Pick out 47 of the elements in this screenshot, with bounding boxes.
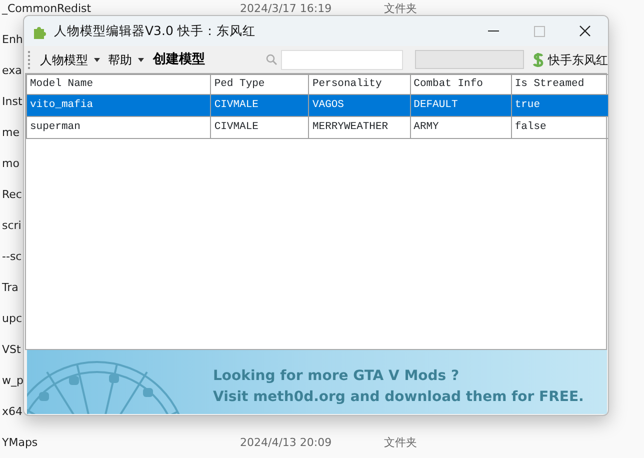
file-name: exa	[2, 64, 22, 78]
menu-button[interactable]: 帮助	[106, 50, 146, 68]
create-model-button[interactable]: 创建模型	[150, 50, 208, 70]
file-date: 2024/3/17 16:19	[240, 2, 332, 16]
table-cell[interactable]: MERRYWEATHER	[308, 116, 410, 138]
table-cell[interactable]: VAGOS	[308, 94, 410, 116]
file-name: Rec	[2, 188, 22, 202]
file-name: x64	[2, 405, 23, 418]
table-cell[interactable]: CIVMALE	[210, 94, 309, 116]
file-name: _CommonRedist	[2, 2, 92, 16]
dollar-icon	[532, 52, 544, 68]
search-field[interactable]	[281, 50, 403, 70]
file-name: upc	[2, 312, 22, 326]
column-header[interactable]: Combat Info	[410, 74, 512, 94]
banner-text: Looking for more GTA V Mods ?	[213, 367, 460, 386]
caret-icon	[94, 58, 100, 62]
maximize-icon	[534, 26, 544, 36]
column-header[interactable]: Model Name	[26, 74, 211, 94]
file-name: Tra	[2, 281, 18, 294]
column-header[interactable]: Ped Type	[210, 74, 309, 94]
table-cell[interactable]: ARMY	[410, 116, 512, 138]
caret-icon	[138, 58, 144, 62]
file-date: 2024/4/13 20:09	[240, 436, 332, 450]
search-icon	[266, 54, 277, 65]
table-cell[interactable]: CIVMALE	[210, 116, 309, 138]
menu-button[interactable]: 人物模型	[38, 50, 102, 68]
file-name: me	[2, 126, 20, 140]
file-name: VSt	[2, 343, 21, 356]
window-title: 人物模型编辑器V3.0 快手：东风红	[54, 22, 256, 40]
author-link[interactable]: 快手东风红	[532, 50, 608, 68]
file-type: 文件夹	[384, 1, 417, 18]
minimize-icon	[488, 30, 498, 32]
file-type: 文件夹	[384, 435, 417, 452]
table-cell[interactable]: true	[511, 94, 608, 116]
table-cell[interactable]: DEFAULT	[410, 94, 512, 116]
file-name: mo	[2, 157, 20, 170]
table-cell[interactable]: vito_mafia	[26, 94, 211, 116]
table-cell[interactable]: superman	[26, 116, 211, 138]
file-name: --sc	[2, 250, 22, 264]
file-name: YMaps	[2, 436, 38, 450]
file-name: scri	[2, 219, 22, 232]
file-name: Inst	[2, 95, 22, 108]
file-name: w_p	[2, 374, 24, 388]
close-icon	[579, 25, 591, 37]
column-header[interactable]: Personality	[308, 74, 410, 94]
file-name: Enh	[2, 33, 23, 46]
banner-text: Visit meth0d.org and download them for FREE.	[213, 388, 584, 407]
